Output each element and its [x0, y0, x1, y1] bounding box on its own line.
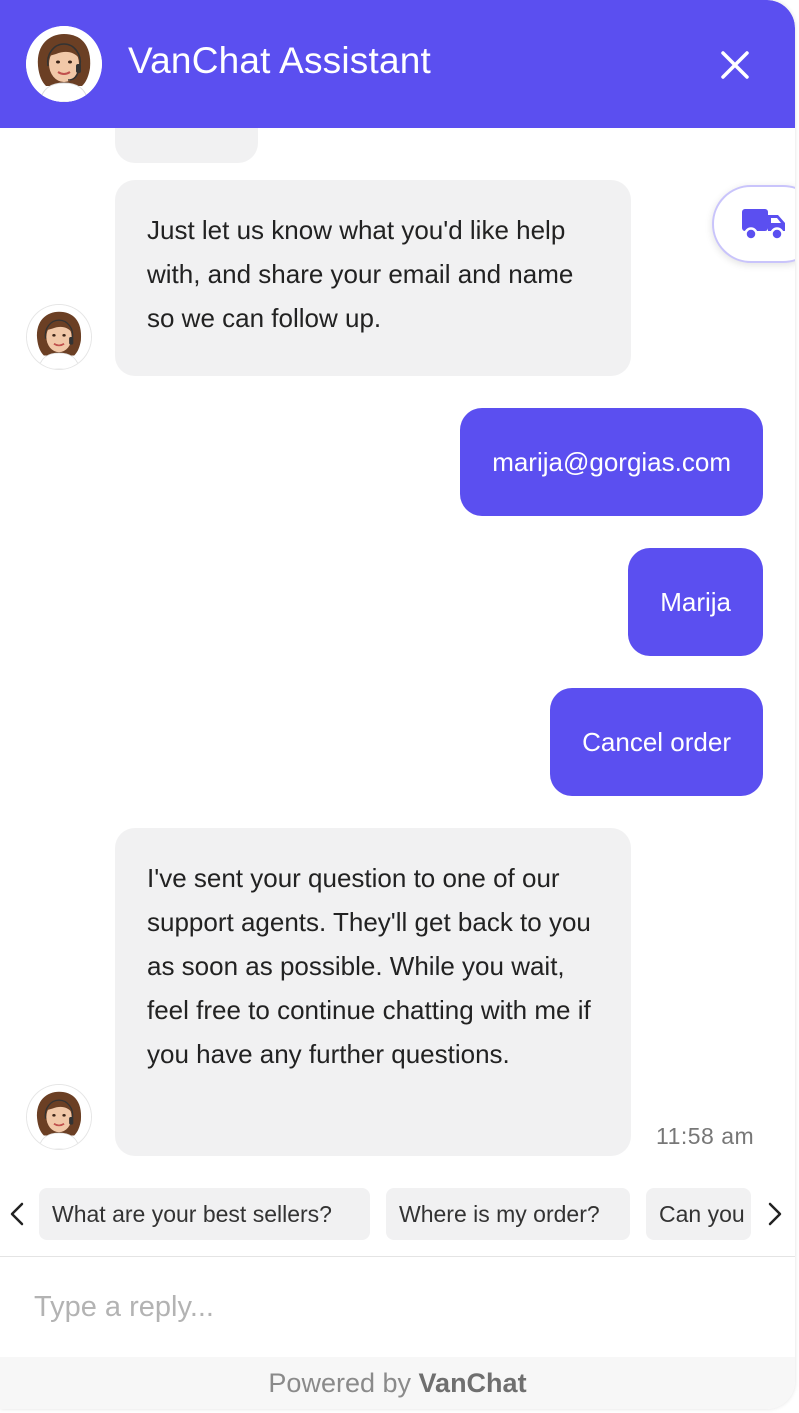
quick-reply-chip[interactable]: Where is my order? — [386, 1188, 630, 1240]
reply-input[interactable] — [0, 1257, 795, 1357]
message-user: Marija — [628, 548, 763, 656]
message-bot: I've sent your question to one of our su… — [115, 828, 631, 1156]
chevron-left-icon — [10, 1202, 24, 1226]
quick-reply-chip[interactable]: What are your best sellers? — [39, 1188, 370, 1240]
message-timestamp: 11:58 am — [656, 1123, 755, 1149]
chevron-right-icon — [768, 1202, 782, 1226]
agent-avatar — [27, 305, 91, 369]
chat-widget: VanChat Assistant Just let us know what … — [0, 0, 795, 1409]
powered-by-footer: Powered by VanChat — [0, 1357, 795, 1409]
message-list[interactable]: Just let us know what you'd like help wi… — [0, 128, 795, 1168]
scroll-right-button[interactable] — [760, 1200, 788, 1228]
message-user: marija@gorgias.com — [460, 408, 763, 516]
footer-prefix: Powered by — [268, 1368, 412, 1398]
quick-replies: What are your best sellers? Where is my … — [0, 1178, 795, 1254]
scroll-left-button[interactable] — [4, 1200, 32, 1228]
close-icon — [721, 51, 749, 79]
footer-brand-link[interactable]: VanChat — [419, 1368, 527, 1398]
message-text: I've sent your question to one of our su… — [147, 863, 591, 1069]
chat-title: VanChat Assistant — [128, 40, 431, 81]
message-bot: Just let us know what you'd like help wi… — [115, 180, 631, 376]
agent-avatar — [26, 26, 102, 102]
truck-icon — [742, 209, 785, 241]
message-user: Cancel order — [550, 688, 763, 796]
message-text: Just let us know what you'd like help wi… — [147, 215, 574, 333]
quick-reply-chip[interactable]: Can you — [646, 1188, 751, 1240]
agent-avatar — [27, 1085, 91, 1149]
chat-header: VanChat Assistant — [0, 0, 795, 128]
track-order-button[interactable] — [712, 185, 795, 263]
close-button[interactable] — [712, 42, 758, 88]
message-bot-partial — [115, 128, 258, 163]
